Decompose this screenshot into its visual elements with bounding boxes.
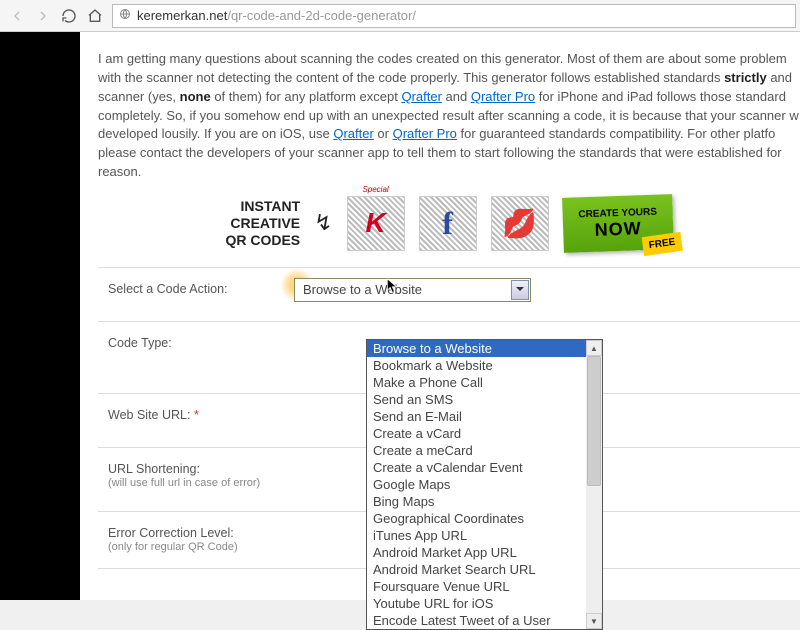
url-path: /qr-code-and-2d-code-generator/ — [227, 8, 416, 23]
qr-thumb-f — [419, 196, 477, 251]
code-action-label: Select a Code Action: — [98, 268, 286, 321]
dropdown-item[interactable]: Create a meCard — [367, 442, 586, 459]
ecc-label: Error Correction Level: (only for regula… — [98, 512, 286, 568]
reload-button[interactable] — [56, 3, 82, 29]
ad-banner[interactable]: INSTANT CREATIVE QR CODES ↯ Special CREA… — [98, 196, 800, 251]
dropdown-item[interactable]: Android Market Search URL — [367, 561, 586, 578]
intro-paragraph: I am getting many questions about scanni… — [98, 50, 800, 182]
dropdown-item[interactable]: iTunes App URL — [367, 527, 586, 544]
website-url-label: Web Site URL: * — [98, 394, 286, 447]
forward-button[interactable] — [30, 3, 56, 29]
dropdown-item[interactable]: Encode Latest Tweet of a User — [367, 612, 586, 629]
dropdown-item[interactable]: Send an SMS — [367, 391, 586, 408]
chevron-down-icon — [511, 280, 529, 300]
dropdown-item[interactable]: Bing Maps — [367, 493, 586, 510]
qr-thumb-k: Special — [347, 196, 405, 251]
home-button[interactable] — [82, 3, 108, 29]
dropdown-item[interactable]: Google Maps — [367, 476, 586, 493]
qr-thumb-kiss — [491, 196, 549, 251]
url-host: keremerkan.net — [137, 8, 227, 23]
arrow-icon: ↯ — [314, 210, 332, 236]
cta-button[interactable]: CREATE YOURS NOW FREE — [562, 194, 674, 253]
qrafter-pro-link-2[interactable]: Qrafter Pro — [393, 126, 457, 141]
scroll-up-icon[interactable]: ▲ — [586, 340, 602, 356]
code-action-dropdown[interactable]: Browse to a WebsiteBookmark a WebsiteMak… — [366, 339, 603, 630]
qrafter-link-2[interactable]: Qrafter — [333, 126, 373, 141]
left-blackbar — [0, 32, 80, 600]
dropdown-item[interactable]: Make a Phone Call — [367, 374, 586, 391]
qrafter-link[interactable]: Qrafter — [401, 89, 441, 104]
dropdown-item[interactable]: Create a vCalendar Event — [367, 459, 586, 476]
banner-text: INSTANT CREATIVE QR CODES — [225, 198, 300, 248]
code-action-select[interactable]: Browse to a Website — [294, 278, 531, 302]
dropdown-item[interactable]: Youtube URL for iOS — [367, 595, 586, 612]
code-type-label: Code Type: — [98, 322, 286, 393]
dropdown-item[interactable]: Geographical Coordinates — [367, 510, 586, 527]
dropdown-item[interactable]: Browse to a Website — [367, 340, 586, 357]
back-button[interactable] — [4, 3, 30, 29]
dropdown-item[interactable]: Create a vCard — [367, 425, 586, 442]
dropdown-item[interactable]: Foursquare Venue URL — [367, 578, 586, 595]
address-bar[interactable]: keremerkan.net/qr-code-and-2d-code-gener… — [112, 4, 796, 28]
dropdown-scrollbar[interactable]: ▲ ▼ — [586, 340, 602, 629]
globe-icon — [119, 8, 131, 23]
scroll-down-icon[interactable]: ▼ — [586, 613, 602, 629]
select-value: Browse to a Website — [303, 282, 422, 297]
dropdown-item[interactable]: Bookmark a Website — [367, 357, 586, 374]
qrafter-pro-link[interactable]: Qrafter Pro — [471, 89, 535, 104]
dropdown-item[interactable]: Send an E-Mail — [367, 408, 586, 425]
url-shortening-label: URL Shortening: (will use full url in ca… — [98, 448, 286, 511]
dropdown-item[interactable]: Android Market App URL — [367, 544, 586, 561]
